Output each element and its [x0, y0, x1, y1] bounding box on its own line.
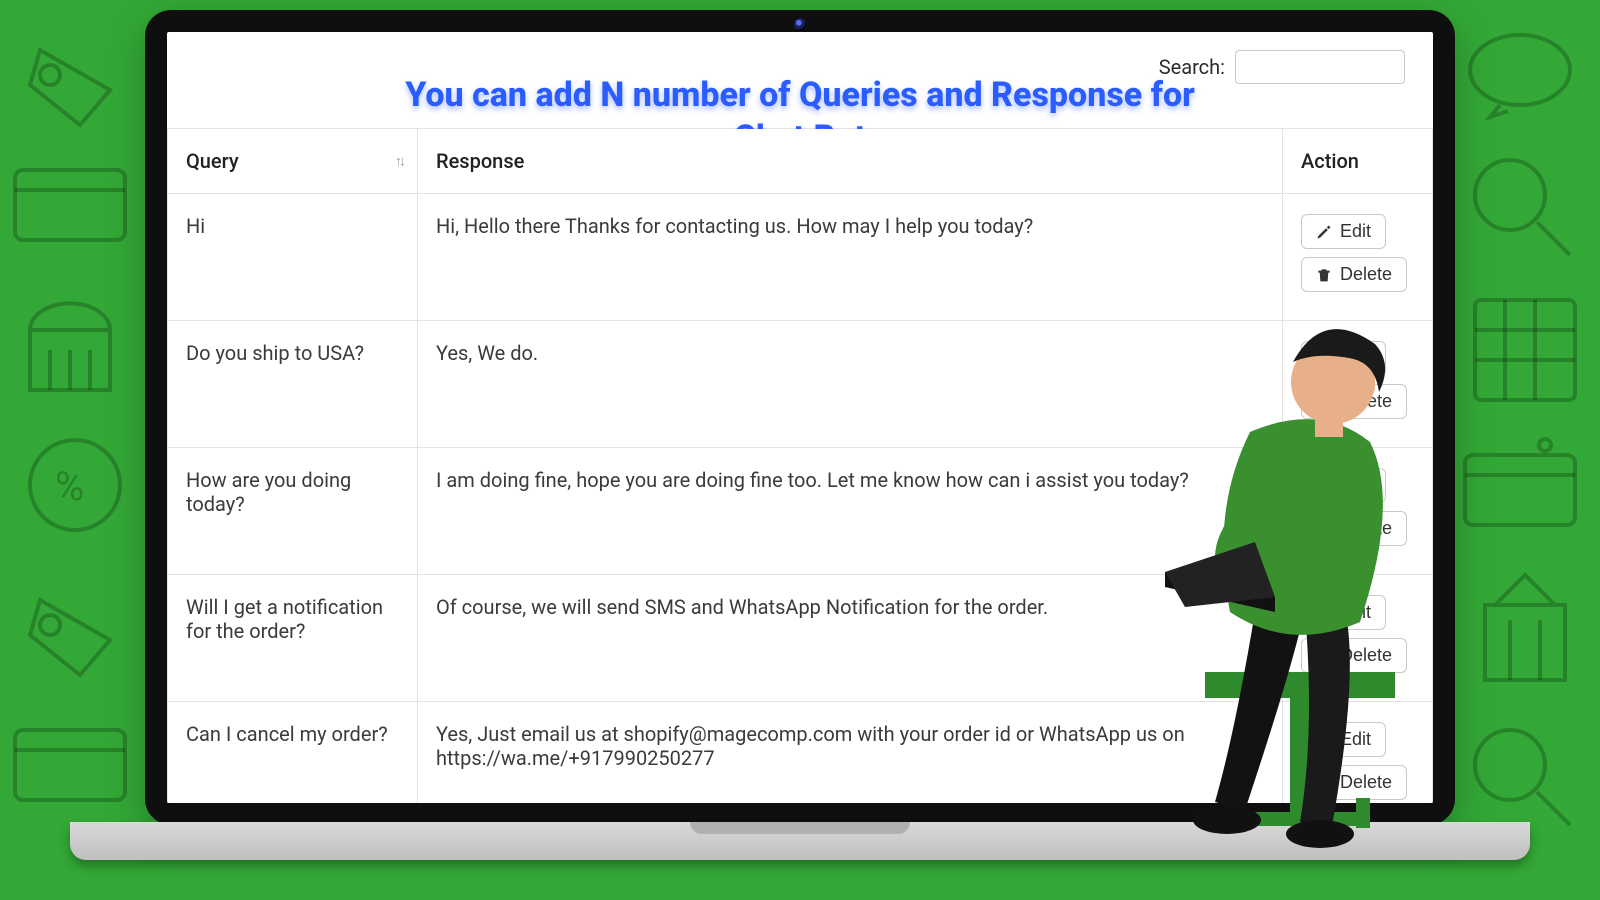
edit-button[interactable]: Edit: [1301, 722, 1386, 757]
sort-icon: ↑↓: [395, 153, 403, 170]
cell-action: Edit Delete: [1283, 321, 1433, 448]
laptop-frame: Search: You can add N number of Queries …: [145, 10, 1455, 825]
cell-response: Yes, We do.: [418, 321, 1283, 448]
search-label: Search:: [1159, 55, 1225, 79]
edit-button[interactable]: Edit: [1301, 468, 1386, 503]
cell-action: Edit Delete: [1283, 575, 1433, 702]
delete-button[interactable]: Delete: [1301, 511, 1407, 546]
table-row: Do you ship to USA?Yes, We do. Edit Delete: [168, 321, 1433, 448]
cell-action: Edit Delete: [1283, 448, 1433, 575]
table-row: Will I get a notification for the order?…: [168, 575, 1433, 702]
cell-action: Edit Delete: [1283, 702, 1433, 804]
cell-action: Edit Delete: [1283, 194, 1433, 321]
col-header-query[interactable]: Query ↑↓: [168, 129, 418, 194]
delete-button[interactable]: Delete: [1301, 257, 1407, 292]
cell-query: Can I cancel my order?: [168, 702, 418, 804]
cell-response: Of course, we will send SMS and WhatsApp…: [418, 575, 1283, 702]
edit-button[interactable]: Edit: [1301, 341, 1386, 376]
delete-button[interactable]: Delete: [1301, 765, 1407, 800]
col-header-response[interactable]: Response: [418, 129, 1283, 194]
cell-query: Will I get a notification for the order?: [168, 575, 418, 702]
cell-response: Hi, Hello there Thanks for contacting us…: [418, 194, 1283, 321]
cell-response: I am doing fine, hope you are doing fine…: [418, 448, 1283, 575]
screen: Search: You can add N number of Queries …: [167, 32, 1433, 803]
delete-button[interactable]: Delete: [1301, 638, 1407, 673]
svg-text:%: %: [55, 463, 84, 510]
table-row: How are you doing today?I am doing fine,…: [168, 448, 1433, 575]
qa-table: Query ↑↓ Response Action HiHi, Hello the…: [167, 128, 1433, 803]
cell-query: How are you doing today?: [168, 448, 418, 575]
table-row: Can I cancel my order?Yes, Just email us…: [168, 702, 1433, 804]
search-input[interactable]: [1235, 50, 1405, 84]
cell-query: Hi: [168, 194, 418, 321]
laptop-base: [70, 822, 1530, 860]
cell-response: Yes, Just email us at shopify@magecomp.c…: [418, 702, 1283, 804]
col-header-action: Action: [1283, 129, 1433, 194]
cell-query: Do you ship to USA?: [168, 321, 418, 448]
camera-dot: [794, 18, 806, 30]
edit-button[interactable]: Edit: [1301, 214, 1386, 249]
table-row: HiHi, Hello there Thanks for contacting …: [168, 194, 1433, 321]
delete-button[interactable]: Delete: [1301, 384, 1407, 419]
edit-button[interactable]: Edit: [1301, 595, 1386, 630]
